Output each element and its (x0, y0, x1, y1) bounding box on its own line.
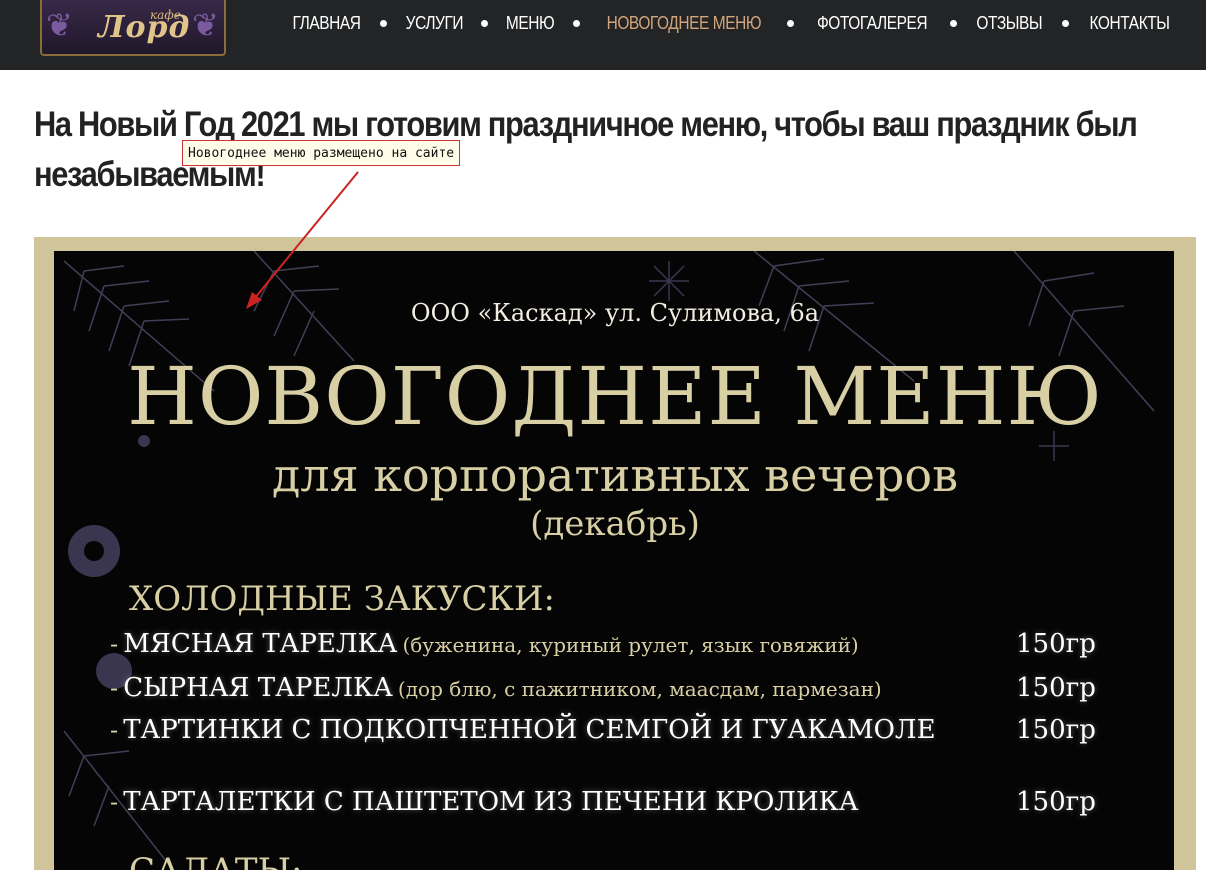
poster-title: НОВОГОДНЕЕ МЕНЮ (127, 350, 1103, 443)
item-dash: - (110, 716, 119, 744)
item-weight: 150гр (1016, 629, 1096, 659)
nav-separator-dot (481, 19, 489, 27)
fir-branch-decoration (63, 251, 1155, 870)
item-weight: 150гр (1016, 673, 1096, 703)
menu-item: - ТАРТАЛЕТКИ С ПАШТЕТОМ ИЗ ПЕЧЕНИ КРОЛИК… (110, 787, 1110, 827)
nav-separator-dot (1061, 19, 1069, 27)
menu-item: - ТАРТИНКИ С ПОДКОПЧЕННОЙ СЕМГОЙ И ГУАКА… (110, 715, 1110, 755)
poster-subtitle: для корпоративных вечеров (272, 448, 958, 502)
nav-item-reviews[interactable]: ОТЗЫВЫ (977, 13, 1043, 34)
ornament-icon: ❦ (192, 7, 219, 43)
section-cold-appetizers: ХОЛОДНЫЕ ЗАКУСКИ: (129, 579, 555, 619)
item-name: СЫРНАЯ ТАРЕЛКА (123, 673, 393, 703)
nav-separator-dot (950, 19, 958, 27)
item-dash: - (110, 674, 119, 702)
nav-item-gallery[interactable]: ФОТОГАЛЕРЕЯ (817, 13, 928, 34)
main-nav: ГЛАВНАЯ УСЛУГИ МЕНЮ НОВОГОДНЕЕ МЕНЮ ФОТО… (287, 0, 1177, 46)
nav-item-contacts[interactable]: КОНТАКТЫ (1089, 13, 1170, 34)
new-year-menu-poster: ООО «Каскад» ул. Сулимова, 6а НОВОГОДНЕЕ… (34, 237, 1196, 870)
menu-item: - СЫРНАЯ ТАРЕЛКА (дор блю, с пажитником,… (110, 673, 1110, 713)
nav-separator-dot (379, 19, 387, 27)
nav-item-home[interactable]: ГЛАВНАЯ (292, 13, 360, 34)
site-header: ❦ ❦ кафе Лорд ГЛАВНАЯ УСЛУГИ МЕНЮ НОВОГО… (0, 0, 1206, 70)
poster-address: ООО «Каскад» ул. Сулимова, 6а (410, 299, 820, 327)
nav-item-menu[interactable]: МЕНЮ (506, 13, 555, 34)
poster-month: (декабрь) (530, 504, 700, 544)
cafe-logo[interactable]: ❦ ❦ кафе Лорд (40, 0, 226, 56)
nav-item-services[interactable]: УСЛУГИ (405, 13, 463, 34)
item-dash: - (110, 788, 119, 816)
ornament-icon: ❦ (46, 7, 73, 43)
item-dash: - (110, 630, 119, 658)
section-salads: САЛАТЫ: (129, 849, 302, 870)
item-description: (дор блю, с пажитником, маасдам, пармеза… (397, 677, 882, 701)
item-weight: 150гр (1016, 715, 1096, 745)
item-weight: 150гр (1016, 787, 1096, 817)
annotation-callout: Новогоднее меню размещено на сайте (182, 140, 461, 166)
nav-separator-dot (572, 19, 580, 27)
item-description: (буженина, куриный рулет, язык говяжий) (402, 633, 859, 657)
menu-item: - МЯСНАЯ ТАРЕЛКА (буженина, куриный руле… (110, 629, 1110, 669)
item-name: ТАРТИНКИ С ПОДКОПЧЕННОЙ СЕМГОЙ И ГУАКАМО… (123, 715, 936, 745)
item-name: ТАРТАЛЕТКИ С ПАШТЕТОМ ИЗ ПЕЧЕНИ КРОЛИКА (123, 787, 859, 817)
item-name: МЯСНАЯ ТАРЕЛКА (123, 629, 398, 659)
poster-scroll-background (54, 251, 1174, 870)
nav-separator-dot (787, 19, 795, 27)
logo-big-text: Лорд (98, 10, 191, 45)
nav-item-new-year-menu[interactable]: НОВОГОДНЕЕ МЕНЮ (606, 13, 761, 34)
